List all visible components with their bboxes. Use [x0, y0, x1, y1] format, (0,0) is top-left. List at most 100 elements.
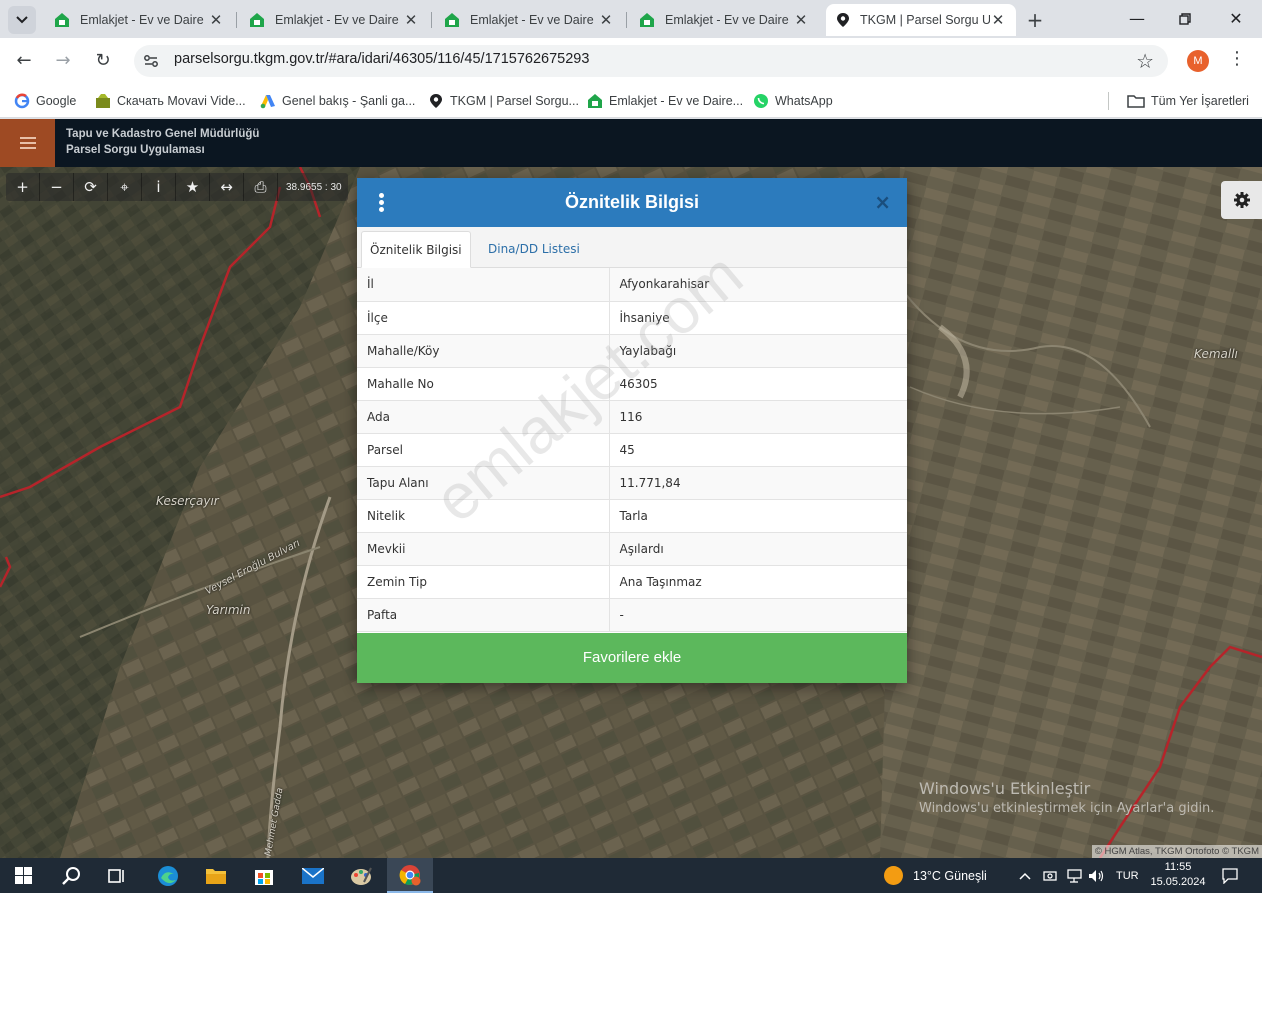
all-bookmarks-folder[interactable]: Tüm Yer İşaretleri — [1127, 90, 1249, 112]
table-row: Mahalle/Köy Yaylabağı — [357, 334, 907, 368]
taskbar-mail[interactable] — [290, 858, 336, 893]
start-button[interactable] — [0, 858, 46, 893]
notification-center[interactable] — [1222, 858, 1238, 893]
refresh-button[interactable]: ⟳ — [74, 173, 108, 201]
attribute-value: 11.771,84 — [609, 466, 907, 500]
bookmark-label: TKGM | Parsel Sorgu... — [450, 94, 579, 108]
profile-avatar[interactable]: M — [1187, 50, 1209, 72]
favorites-star-button[interactable]: ★ — [176, 173, 210, 201]
taskbar-search-button[interactable] — [48, 858, 94, 893]
address-bar[interactable]: parselsorgu.tkgm.gov.tr/#ara/idari/46305… — [134, 45, 1168, 77]
bookmark-google-ads[interactable]: Genel bakış - Şanli ga... — [260, 90, 415, 112]
app-title-line2: Parsel Sorgu Uygulaması — [66, 144, 205, 156]
close-window-button[interactable]: ✕ — [1221, 6, 1251, 32]
bookmark-tkgm[interactable]: TKGM | Parsel Sorgu... — [428, 90, 579, 112]
forward-button[interactable]: → — [50, 48, 76, 74]
weather-widget[interactable]: 13°C Güneşli — [884, 858, 987, 893]
browser-tab-2[interactable]: Emlakjet - Ev ve Daire ✕ — [239, 4, 429, 36]
bookmark-whatsapp[interactable]: WhatsApp — [753, 90, 833, 112]
locate-button[interactable]: ⌖ — [108, 173, 142, 201]
whatsapp-icon — [754, 94, 768, 108]
app-title-line1: Tapu ve Kadastro Genel Müdürlüğü — [66, 128, 260, 140]
hamburger-menu-button[interactable] — [0, 119, 55, 167]
emlakjet-house-icon — [588, 94, 602, 108]
print-button[interactable]: ⎙ — [244, 173, 278, 201]
taskbar-edge[interactable] — [145, 858, 191, 893]
emlakjet-house-icon — [55, 13, 69, 27]
close-icon[interactable]: ✕ — [598, 11, 614, 29]
bookmark-emlakjet[interactable]: Emlakjet - Ev ve Daire... — [587, 90, 743, 112]
taskbar-file-explorer[interactable] — [193, 858, 239, 893]
map-place-label: Yarımin — [206, 603, 251, 617]
bookmark-label: Emlakjet - Ev ve Daire... — [609, 94, 744, 108]
input-language[interactable]: TUR — [1116, 858, 1139, 893]
close-icon[interactable]: ✕ — [793, 11, 809, 29]
add-to-favorites-button[interactable]: Favorilere ekle — [357, 633, 907, 683]
system-clock[interactable]: 11:55 15.05.2024 — [1148, 860, 1208, 890]
tab-title: TKGM | Parsel Sorgu U — [860, 13, 990, 27]
taskbar-paint[interactable] — [338, 858, 384, 893]
zoom-out-button[interactable]: − — [40, 173, 74, 201]
dialog-title: Öznitelik Bilgisi — [564, 192, 700, 212]
attribute-value: İhsaniye — [609, 301, 907, 335]
emlakjet-house-icon — [445, 13, 459, 27]
google-ads-icon — [260, 95, 275, 109]
tab-dina-dd-list[interactable]: Dina/DD Listesi — [480, 231, 588, 268]
zoom-in-button[interactable]: + — [6, 173, 40, 201]
restore-button[interactable] — [1170, 6, 1200, 32]
desktop-screen: Emlakjet - Ev ve Daire ✕ Emlakjet - Ev v… — [0, 0, 1262, 893]
windows-activation-watermark: Windows'u Etkinleştir Windows'u etkinleş… — [919, 779, 1214, 816]
notification-icon — [1222, 867, 1238, 884]
restore-icon — [1179, 13, 1191, 25]
taskbar-chrome[interactable] — [387, 858, 433, 893]
show-hidden-icons[interactable] — [1019, 858, 1031, 893]
bookmark-star-icon[interactable]: ☆ — [1136, 49, 1154, 73]
reload-button[interactable]: ↻ — [90, 48, 116, 74]
google-icon — [14, 93, 30, 109]
bookmark-label: Скачать Movavi Vide... — [117, 94, 246, 108]
tab-title: Emlakjet - Ev ve Daire — [80, 13, 204, 27]
table-row: İlçe İhsaniye — [357, 301, 907, 335]
paint-palette-icon — [351, 867, 372, 885]
attribute-key: Pafta — [357, 598, 610, 632]
back-button[interactable]: ← — [11, 48, 37, 74]
browser-tab-1[interactable]: Emlakjet - Ev ve Daire ✕ — [44, 4, 234, 36]
bookmark-google[interactable]: Google — [14, 90, 76, 112]
tray-volume[interactable] — [1088, 858, 1106, 893]
browser-menu-icon[interactable]: ⋮ — [1228, 48, 1246, 69]
tab-attribute-info[interactable]: Öznitelik Bilgisi — [361, 231, 471, 268]
windows-taskbar: 13°C Güneşli TUR 11:55 15.05.2024 — [0, 858, 1262, 893]
bookmark-label: Tüm Yer İşaretleri — [1151, 94, 1249, 108]
table-row: Zemin Tip Ana Taşınmaz — [357, 565, 907, 599]
attribute-value: Afyonkarahisar — [609, 268, 907, 302]
close-icon[interactable]: ✕ — [208, 11, 224, 29]
app-header: Tapu ve Kadastro Genel Müdürlüğü Parsel … — [0, 119, 1262, 167]
tray-camera[interactable] — [1043, 858, 1057, 893]
new-tab-button[interactable]: + — [1024, 8, 1046, 32]
attribute-table: İl Afyonkarahisar İlçe İhsaniye Mahalle/Kö… — [357, 268, 907, 632]
url-text: parselsorgu.tkgm.gov.tr/#ara/idari/46305… — [174, 51, 590, 67]
edge-browser-icon — [158, 865, 178, 886]
attribute-key: Mahalle No — [357, 367, 610, 401]
tab-search-button[interactable] — [8, 6, 36, 34]
bookmark-movavi[interactable]: Скачать Movavi Vide... — [95, 90, 246, 112]
browser-tab-active[interactable]: TKGM | Parsel Sorgu U ✕ — [826, 4, 1016, 36]
close-icon[interactable]: ✕ — [990, 11, 1006, 29]
close-icon[interactable]: ✕ — [403, 11, 419, 29]
tray-network[interactable] — [1065, 858, 1083, 893]
taskbar-store[interactable] — [241, 858, 287, 893]
settings-button[interactable] — [1221, 181, 1262, 219]
browser-tab-3[interactable]: Emlakjet - Ev ve Daire ✕ — [434, 4, 624, 36]
map-place-label: Kemallı — [1194, 347, 1238, 361]
minimize-button[interactable]: — — [1122, 6, 1152, 32]
task-view-button[interactable] — [94, 858, 140, 893]
site-info-icon[interactable] — [142, 52, 160, 70]
measure-button[interactable]: ↔ — [210, 173, 244, 201]
info-button[interactable]: i — [142, 173, 176, 201]
activation-subtitle: Windows'u etkinleştirmek için Ayarlar'a … — [919, 801, 1215, 816]
browser-tab-4[interactable]: Emlakjet - Ev ve Daire ✕ — [629, 4, 819, 36]
clock-time: 11:55 — [1164, 861, 1192, 873]
store-icon — [255, 869, 273, 885]
browser-tab-strip: Emlakjet - Ev ve Daire ✕ Emlakjet - Ev v… — [0, 0, 1262, 38]
dialog-close-icon[interactable]: × — [874, 190, 891, 214]
